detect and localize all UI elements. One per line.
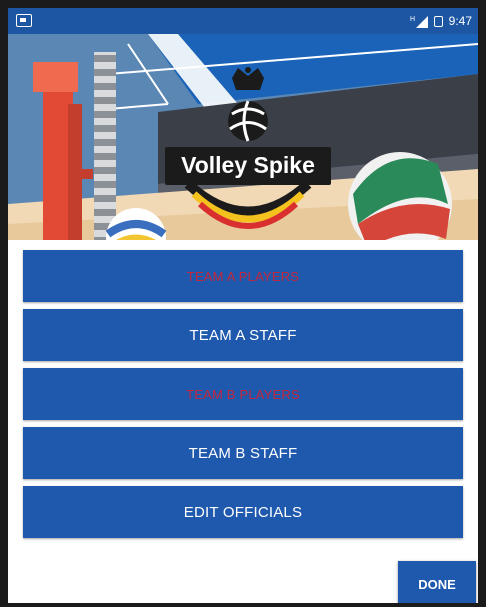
team-b-players-label: TEAM B PLAYERS — [186, 386, 300, 402]
clock: 9:47 — [448, 14, 472, 28]
team-a-players-label: TEAM A PLAYERS — [186, 268, 300, 284]
edit-officials-button[interactable]: EDIT OFFICIALS — [23, 486, 463, 538]
edit-officials-label: EDIT OFFICIALS — [183, 503, 303, 521]
notification-icon — [16, 14, 32, 27]
done-button[interactable]: DONE — [398, 561, 476, 603]
battery-icon — [433, 15, 443, 27]
status-icons: H 9:47 — [410, 12, 472, 30]
status-bar: H 9:47 — [8, 8, 478, 34]
team-a-players-button[interactable]: TEAM A PLAYERS — [23, 250, 463, 302]
app-title: Volley Spike — [181, 151, 315, 178]
menu-list: TEAM A PLAYERS TEAM A STAFF TEAM B PLAYE… — [23, 250, 463, 545]
team-b-players-button[interactable]: TEAM B PLAYERS — [23, 368, 463, 420]
team-b-staff-label: TEAM B STAFF — [188, 444, 298, 462]
signal-icon: H — [410, 14, 428, 28]
app-frame: H 9:47 Volley Spike TEAM A PLAYERS TEAM … — [0, 0, 486, 607]
banner-illustration — [8, 34, 478, 240]
done-label: DONE — [418, 576, 456, 592]
team-a-staff-button[interactable]: TEAM A STAFF — [23, 309, 463, 361]
header-banner: Volley Spike — [8, 34, 478, 240]
network-type: H — [410, 16, 415, 23]
team-b-staff-button[interactable]: TEAM B STAFF — [23, 427, 463, 479]
team-a-staff-label: TEAM A STAFF — [189, 326, 297, 344]
